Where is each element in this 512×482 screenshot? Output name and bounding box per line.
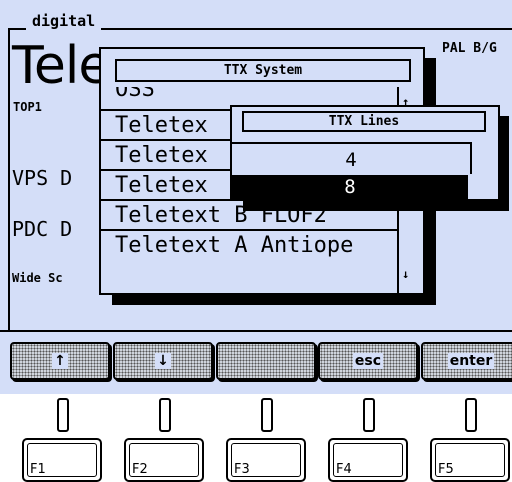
f2-key[interactable]: F2 (124, 438, 204, 482)
ttx-lines-title: TTX Lines (242, 111, 486, 132)
digital-group-label: digital (26, 12, 102, 30)
f4-label: F4 (336, 462, 352, 477)
f1-label: F1 (30, 462, 46, 477)
f2-label: F2 (132, 462, 148, 477)
softkey-down-button[interactable]: ↓ (113, 342, 213, 380)
f4-key[interactable]: F4 (328, 438, 408, 482)
lcd-screen: digital Tele PAL B/G TOP1 VPS D PDC D Wi… (0, 0, 512, 330)
key-connector (159, 398, 171, 432)
ttx-lines-option-4[interactable]: 4 (232, 142, 472, 174)
softkey-up-button[interactable]: ↑ (10, 342, 110, 380)
key-connector (57, 398, 69, 432)
f5-key[interactable]: F5 (430, 438, 510, 482)
scroll-down-icon[interactable]: ↓ (402, 267, 409, 281)
ttx-system-title: TTX System (115, 59, 411, 82)
wide-screen-label: Wide Sc (12, 271, 63, 285)
key-connector (465, 398, 477, 432)
ttx-lines-option-8-selected[interactable]: 8 (232, 175, 468, 199)
softkey-esc-button[interactable]: esc (318, 342, 418, 380)
up-arrow-icon: ↑ (52, 353, 68, 369)
pdc-label: PDC D (12, 217, 73, 241)
esc-label: esc (352, 353, 384, 369)
f3-label: F3 (234, 462, 250, 477)
f5-label: F5 (438, 462, 454, 477)
down-arrow-icon: ↓ (155, 353, 171, 369)
ttx-system-item[interactable]: OSS (101, 87, 397, 103)
softkey-bar: ↑ ↓ esc enter (0, 330, 512, 394)
top-label: TOP1 (13, 100, 42, 114)
ttx-system-item[interactable]: Teletext A Antiope (101, 229, 397, 259)
f3-key[interactable]: F3 (226, 438, 306, 482)
channel-title-text: Tele (12, 36, 110, 96)
key-connector (261, 398, 273, 432)
enter-label: enter (447, 353, 495, 369)
vps-label: VPS D (12, 166, 73, 190)
ttx-lines-dialog: TTX Lines 4 8 (230, 105, 500, 201)
softkey-blank-button[interactable] (216, 342, 316, 380)
key-connector (363, 398, 375, 432)
tv-standard-label: PAL B/G (442, 41, 497, 56)
f1-key[interactable]: F1 (22, 438, 102, 482)
softkey-enter-button[interactable]: enter (421, 342, 512, 380)
